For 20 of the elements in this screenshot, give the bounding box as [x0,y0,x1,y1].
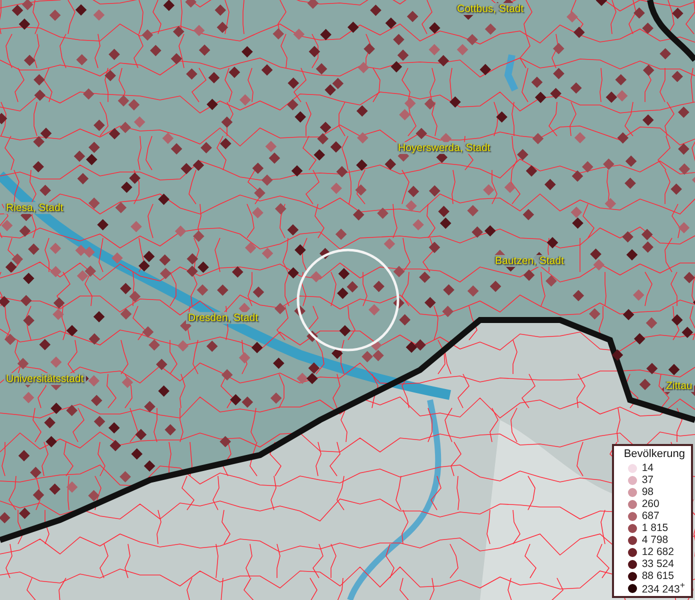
place-label: Cottbus, Stadt [455,3,526,15]
place-label: Hoyerswerda, Stadt [396,142,492,154]
legend-label: 260 [642,498,660,510]
legend-label: 88 615 [642,570,674,582]
legend-label: 33 524 [642,558,674,570]
place-label: Zittau [664,380,694,392]
legend-label: 4 798 [642,534,668,546]
legend-label: 687 [642,510,660,522]
legend-label: 37 [642,474,654,486]
place-label: Bautzen, Stadt [493,255,566,267]
legend-label: 14 [642,462,654,474]
place-label: Riesa, Stadt [4,202,66,214]
map-view[interactable]: Cottbus, Stadt Hoyerswerda, Stadt Riesa, Stadt Bautzen, Stadt Dresden, Stadt Universitätsstadt Zittau Bevölkerung 14 37 98 260 687 1 815 4 798 12 682 33 524 88 615 234 243$^{+}$ [0,0,695,600]
place-label: Universitätsstadt [4,373,86,385]
legend-label: 234 243$^{+}$ [642,580,685,596]
legend-label: 98 [642,486,654,498]
place-label: Dresden, Stadt [186,312,260,324]
legend-label: 12 682 [642,546,674,558]
legend-label: 1 815 [642,522,668,534]
legend-title: Bevölkerung [624,448,685,460]
